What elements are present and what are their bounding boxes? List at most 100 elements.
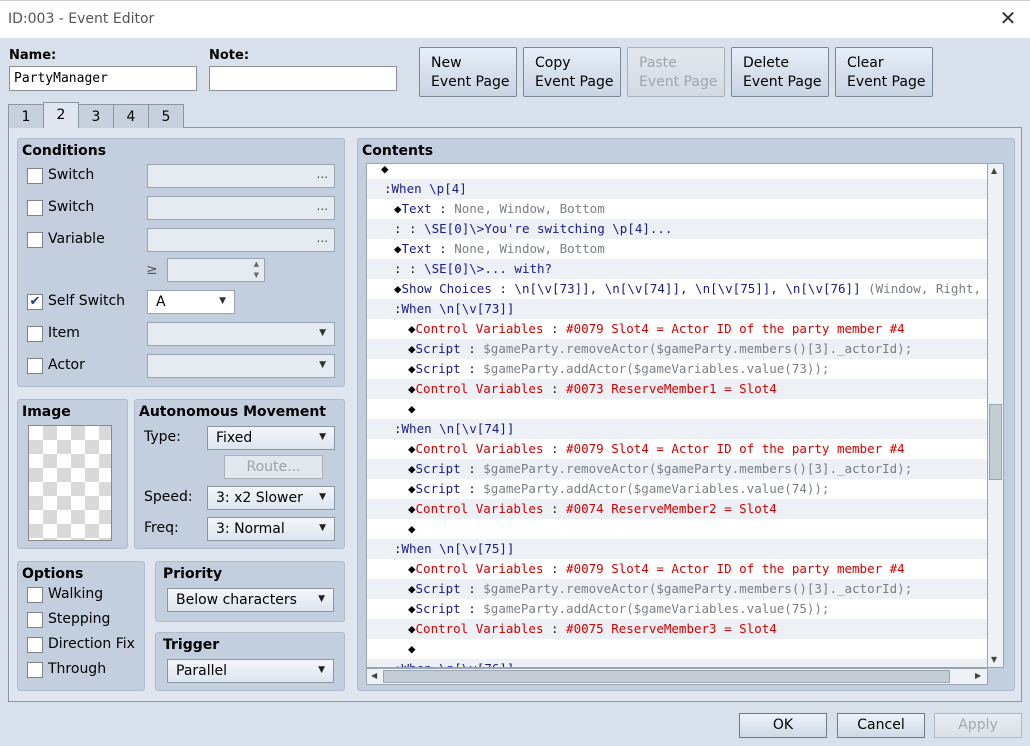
event-command-row[interactable]: ◆Script : $gameParty.removeActor($gamePa…: [367, 579, 987, 599]
contents-horizontal-scrollbar[interactable]: ◀ ▶: [366, 668, 988, 685]
speed-value: 3: x2 Slower: [216, 490, 303, 506]
through-checkbox[interactable]: [27, 662, 43, 678]
command-text: Script: [415, 461, 461, 476]
priority-select[interactable]: Below characters ▼: [167, 588, 334, 612]
event-command-row[interactable]: ◆: [367, 399, 987, 419]
cancel-button[interactable]: Cancel: [837, 713, 925, 738]
direction-fix-checkbox[interactable]: [27, 637, 43, 653]
event-command-row[interactable]: ◆Control Variables : #0075 ReserveMember…: [367, 619, 987, 639]
new-event-page-button[interactable]: New Event Page: [419, 47, 517, 97]
actor-select[interactable]: ▼: [147, 354, 335, 378]
event-command-row[interactable]: :When \n[\v[75]]: [367, 539, 987, 559]
paste-event-page-button[interactable]: Paste Event Page: [627, 47, 725, 97]
command-text: Control Variables: [415, 621, 544, 636]
stepping-label: Stepping: [48, 611, 111, 627]
variable-value-spinner[interactable]: ▲ ▼: [167, 258, 265, 282]
event-command-row[interactable]: ◆Text : None, Window, Bottom: [367, 199, 987, 219]
variable-selector[interactable]: ...: [147, 228, 335, 252]
self-switch-select[interactable]: A ▼: [147, 290, 235, 314]
movement-type-select[interactable]: Fixed ▼: [207, 426, 335, 450]
switch1-checkbox[interactable]: [27, 168, 43, 184]
command-text: :: [543, 441, 567, 456]
switch1-selector[interactable]: ...: [147, 164, 335, 188]
spin-up-icon[interactable]: ▲: [254, 260, 259, 268]
command-text: :: [543, 621, 567, 636]
walking-checkbox[interactable]: [27, 587, 43, 603]
button-label-line1: Copy: [535, 55, 571, 71]
event-command-row[interactable]: ◆Script : $gameParty.addActor($gameVaria…: [367, 359, 987, 379]
tab-page-2[interactable]: 2: [43, 102, 79, 128]
command-bullet-icon: ◆: [408, 381, 416, 396]
event-command-list[interactable]: ◆:When \p[4] ◆Text : None, Window, Bottom…: [366, 163, 988, 668]
event-command-row[interactable]: :When \n[\v[73]]: [367, 299, 987, 319]
event-command-row[interactable]: ◆Script : $gameParty.removeActor($gamePa…: [367, 459, 987, 479]
event-command-row[interactable]: ◆Control Variables : #0079 Slot4 = Actor…: [367, 559, 987, 579]
scroll-left-icon[interactable]: ◀: [371, 671, 377, 680]
item-label: Item: [48, 325, 80, 341]
freq-select[interactable]: 3: Normal ▼: [207, 517, 335, 541]
copy-event-page-button[interactable]: Copy Event Page: [523, 47, 621, 97]
note-field[interactable]: [209, 66, 397, 91]
command-text: #0074 ReserveMember2 = Slot4: [566, 501, 777, 516]
event-command-row[interactable]: :When \n[\v[76]]: [367, 659, 987, 667]
command-text: When \n[\v[74]]: [401, 421, 515, 436]
speed-select[interactable]: 3: x2 Slower ▼: [207, 486, 335, 510]
event-command-row[interactable]: ◆Control Variables : #0079 Slot4 = Actor…: [367, 319, 987, 339]
variable-checkbox[interactable]: [27, 232, 43, 248]
self-switch-checkbox[interactable]: ✔: [27, 294, 43, 310]
scroll-down-icon[interactable]: ▼: [991, 655, 997, 664]
vertical-scroll-thumb[interactable]: [989, 404, 1002, 480]
button-label-line2: Event Page: [743, 74, 822, 90]
close-icon[interactable]: ✕: [998, 8, 1018, 28]
apply-button[interactable]: Apply: [934, 713, 1022, 738]
chevron-down-icon: ▼: [319, 492, 326, 502]
event-command-row[interactable]: ◆: [367, 164, 987, 179]
command-bullet-icon: ◆: [408, 321, 416, 336]
event-command-row[interactable]: ◆Control Variables : #0074 ReserveMember…: [367, 499, 987, 519]
name-field[interactable]: PartyManager: [9, 66, 197, 91]
chevron-down-icon: ▼: [319, 432, 326, 442]
tab-page-3[interactable]: 3: [78, 104, 114, 128]
command-text: \n[\v[73]], \n[\v[74]], \n[\v[75]], \n[\…: [514, 281, 861, 296]
tab-page-1[interactable]: 1: [8, 104, 44, 128]
switch2-checkbox[interactable]: [27, 200, 43, 216]
event-command-row[interactable]: ◆Show Choices : \n[\v[73]], \n[\v[74]], …: [367, 279, 987, 299]
ok-button[interactable]: OK: [739, 713, 827, 738]
command-text: :: [394, 541, 402, 556]
horizontal-scroll-thumb[interactable]: [383, 670, 950, 683]
tab-page-4[interactable]: 4: [113, 104, 149, 128]
event-command-row[interactable]: ◆Control Variables : #0079 Slot4 = Actor…: [367, 439, 987, 459]
scroll-right-icon[interactable]: ▶: [975, 671, 981, 680]
event-command-row[interactable]: ◆: [367, 519, 987, 539]
contents-vertical-scrollbar[interactable]: ▲ ▼: [988, 163, 1004, 668]
command-bullet-icon: ◆: [408, 481, 416, 496]
spin-down-icon[interactable]: ▼: [254, 271, 259, 279]
button-label-line2: Event Page: [535, 74, 614, 90]
command-text: When \n[\v[75]]: [401, 541, 515, 556]
event-command-row[interactable]: : : \SE[0]\>You're switching \p[4]...: [367, 219, 987, 239]
command-text: Control Variables: [415, 441, 544, 456]
stepping-checkbox[interactable]: [27, 612, 43, 628]
event-command-row[interactable]: ◆Script : $gameParty.addActor($gameVaria…: [367, 479, 987, 499]
event-command-row[interactable]: :When \p[4]: [367, 179, 987, 199]
scroll-up-icon[interactable]: ▲: [991, 166, 997, 175]
event-command-row[interactable]: ◆: [367, 639, 987, 659]
delete-event-page-button[interactable]: Delete Event Page: [731, 47, 829, 97]
event-command-row[interactable]: :When \n[\v[74]]: [367, 419, 987, 439]
event-command-row[interactable]: : : \SE[0]\>... with?: [367, 259, 987, 279]
item-select[interactable]: ▼: [147, 322, 335, 346]
event-command-row[interactable]: ◆Text : None, Window, Bottom: [367, 239, 987, 259]
item-checkbox[interactable]: [27, 326, 43, 342]
event-image-preview[interactable]: [28, 425, 112, 541]
route-button[interactable]: Route...: [224, 455, 323, 479]
clear-event-page-button[interactable]: Clear Event Page: [835, 47, 933, 97]
event-command-row[interactable]: ◆Script : $gameParty.removeActor($gamePa…: [367, 339, 987, 359]
switch2-selector[interactable]: ...: [147, 196, 335, 220]
actor-checkbox[interactable]: [27, 358, 43, 374]
event-command-row[interactable]: ◆Control Variables : #0073 ReserveMember…: [367, 379, 987, 399]
command-text: :: [394, 261, 402, 276]
event-command-row[interactable]: ◆Script : $gameParty.addActor($gameVaria…: [367, 599, 987, 619]
command-bullet-icon: ◆: [408, 341, 416, 356]
tab-page-5[interactable]: 5: [148, 104, 184, 128]
trigger-select[interactable]: Parallel ▼: [167, 659, 334, 683]
